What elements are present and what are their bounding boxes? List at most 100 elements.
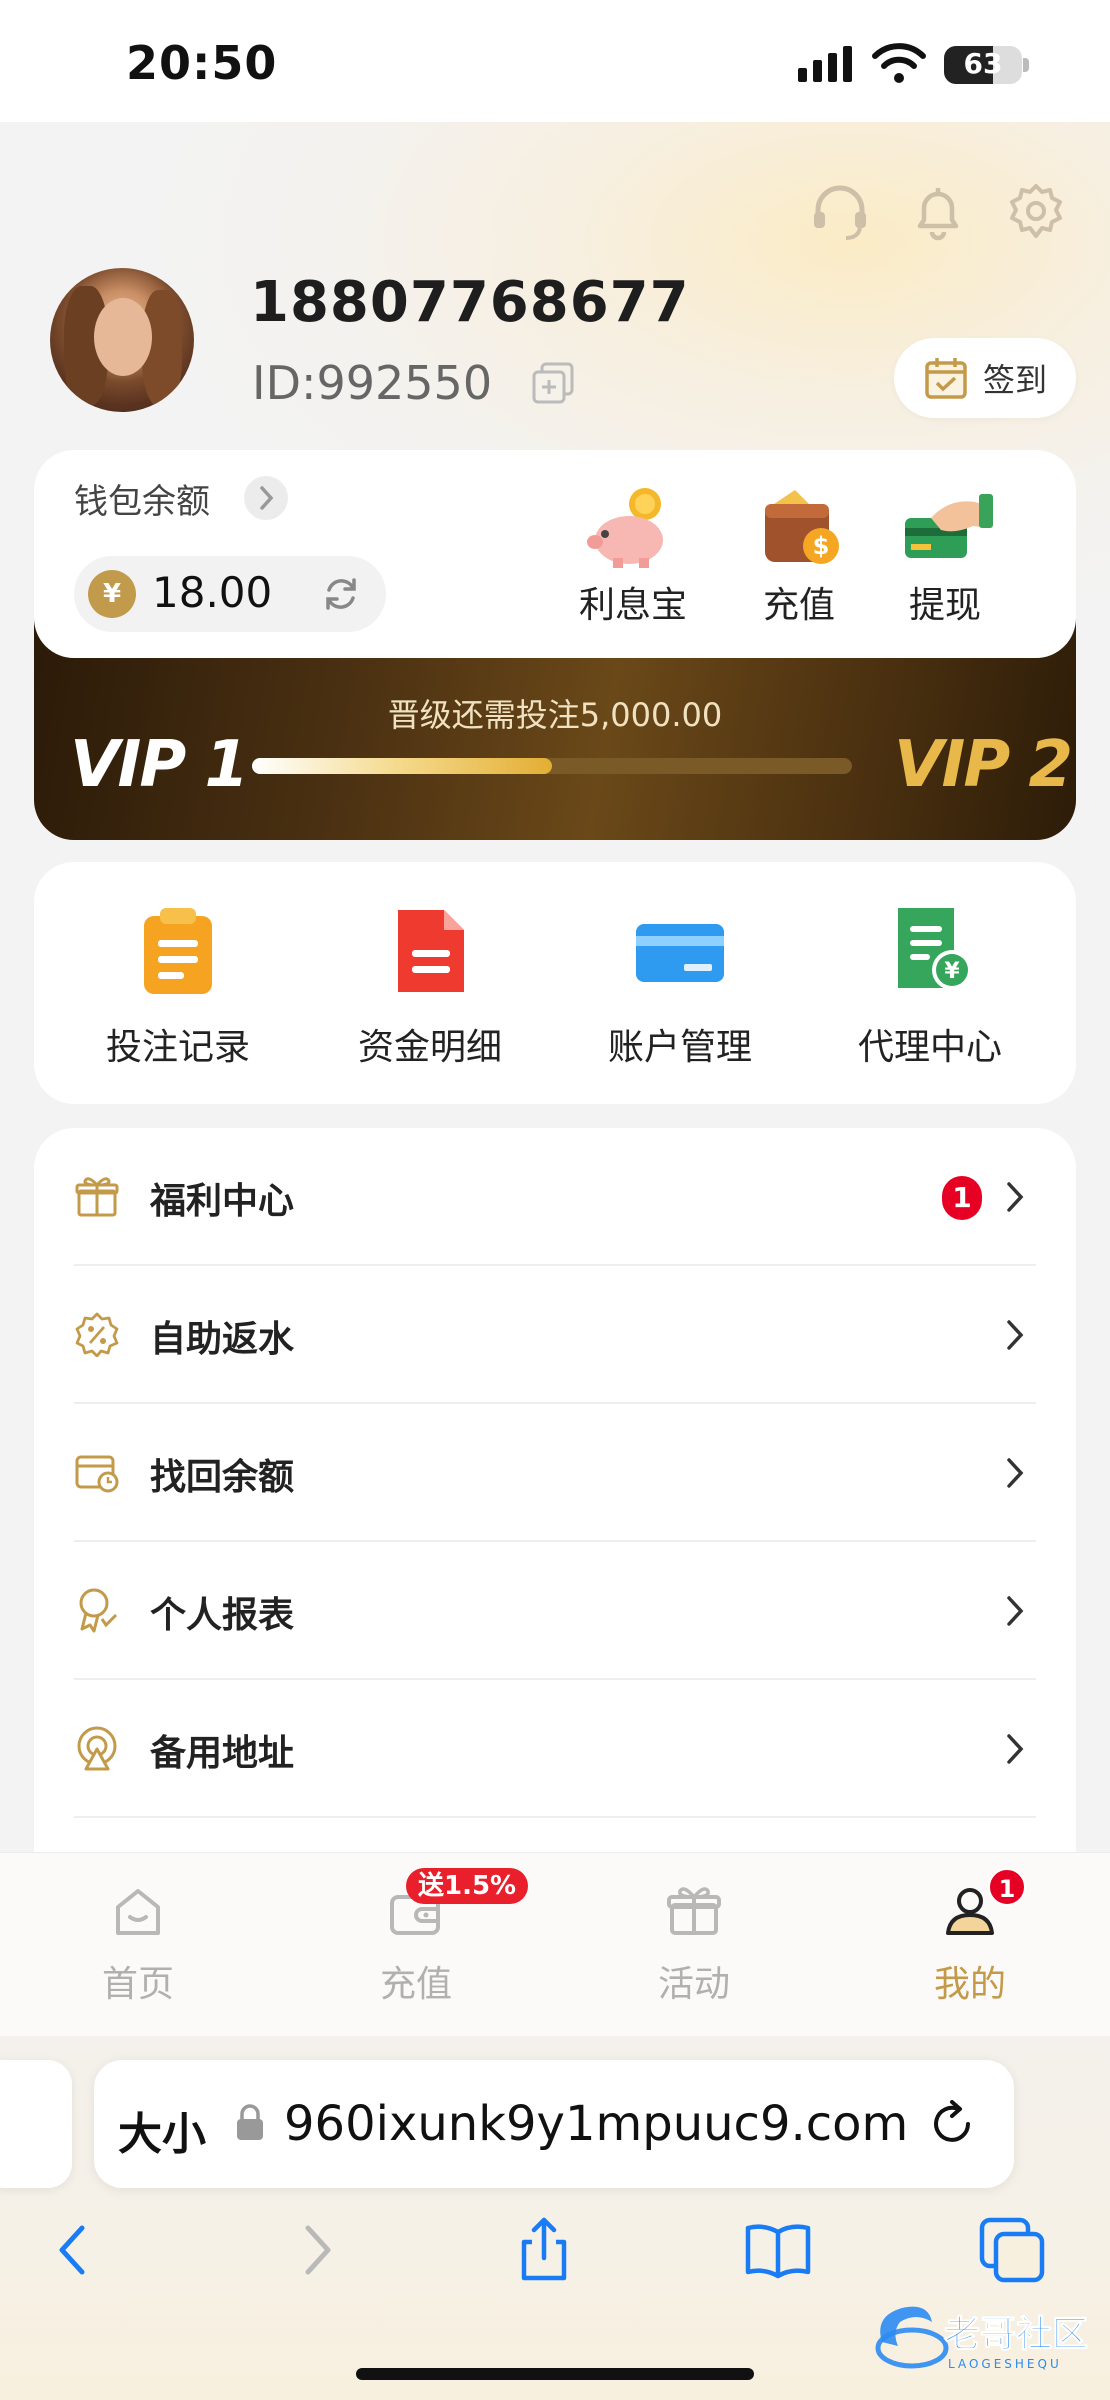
- refresh-icon[interactable]: [320, 573, 362, 615]
- gift-icon: [75, 1177, 119, 1217]
- svg-text:¥: ¥: [944, 959, 960, 984]
- reload-icon[interactable]: [924, 2096, 980, 2152]
- tab-label: 首页: [101, 1964, 174, 2005]
- chevron-right-icon: [260, 486, 274, 510]
- bet-record-icon: [144, 908, 212, 994]
- vip-next-level: VIP 2: [894, 728, 1073, 802]
- withdraw-card-icon: [905, 494, 993, 558]
- gear-icon[interactable]: [1004, 180, 1068, 244]
- interest-treasure-button[interactable]: 利息宝: [558, 484, 708, 628]
- deposit-button[interactable]: $ 充值: [724, 484, 874, 628]
- tab-activity[interactable]: 活动: [604, 1881, 784, 2007]
- piggy-bank-icon: [587, 488, 663, 568]
- battery-indicator: 63: [944, 46, 1022, 84]
- vip-progress-fill: [252, 758, 552, 774]
- report-medal-icon: [79, 1588, 118, 1633]
- bet-record-label: 投注记录: [105, 1027, 250, 1068]
- tab-label: 活动: [657, 1964, 730, 2005]
- wallet-detail-button[interactable]: [244, 476, 288, 520]
- text-size-button[interactable]: 大小: [118, 2098, 206, 2162]
- promo-badge: 送1.5%: [406, 1868, 529, 1904]
- checkin-button[interactable]: 签到: [894, 338, 1076, 418]
- headset-icon[interactable]: [808, 180, 872, 244]
- chevron-right-icon: [1007, 1596, 1024, 1626]
- menu-item-personal-report[interactable]: 个人报表: [74, 1542, 1036, 1680]
- home-indicator: [356, 2368, 754, 2380]
- home-icon: [116, 1889, 160, 1935]
- chevron-right-icon: [1007, 1734, 1024, 1764]
- agent-center-button[interactable]: ¥ 代理中心: [830, 902, 1030, 1070]
- wifi-icon: [872, 43, 926, 83]
- cellular-signal-icon: [798, 46, 852, 82]
- svg-text:老哥社区: 老哥社区: [944, 2314, 1088, 2355]
- tab-home[interactable]: 首页: [48, 1881, 228, 2007]
- svg-text:LAOGESHEQU: LAOGESHEQU: [948, 2357, 1062, 2371]
- account-management-button[interactable]: 账户管理: [580, 902, 780, 1070]
- bookmarks-icon[interactable]: [742, 2214, 814, 2286]
- rebate-icon: [75, 1312, 119, 1357]
- menu-label: 福利中心: [150, 1181, 295, 1222]
- fund-detail-label: 资金明细: [357, 1027, 502, 1068]
- interest-treasure-label: 利息宝: [578, 585, 687, 626]
- account-phone: 18807768677: [250, 270, 690, 335]
- deposit-label: 充值: [762, 585, 835, 626]
- svg-text:$: $: [813, 532, 830, 560]
- status-time: 20:50: [126, 36, 278, 90]
- wallet-balance-value: 18.00: [152, 568, 273, 617]
- battery-cap: [1023, 58, 1029, 72]
- vip-progress-bar: [252, 758, 852, 774]
- chevron-right-icon: [1007, 1182, 1024, 1212]
- fund-detail-button[interactable]: 资金明细: [330, 902, 530, 1070]
- menu-item-self-rebate[interactable]: 自助返水: [74, 1266, 1036, 1404]
- checkin-label: 签到: [982, 361, 1047, 399]
- wallet-card: 钱包余额 ¥ 18.00 利息宝 $ 充值 提现: [34, 450, 1076, 658]
- yen-coin-icon: ¥: [88, 570, 136, 618]
- address-bar[interactable]: 大小 960ixunk9y1mpuuc9.com: [94, 2060, 1014, 2188]
- bell-icon[interactable]: [906, 180, 970, 244]
- withdraw-button[interactable]: 提现: [870, 484, 1020, 628]
- menu-label: 找回余额: [150, 1457, 295, 1498]
- wallet-deposit-icon: $: [765, 490, 839, 564]
- agent-center-label: 代理中心: [857, 1027, 1002, 1068]
- avatar[interactable]: [50, 268, 194, 412]
- chevron-right-icon: [1007, 1458, 1024, 1488]
- previous-tab-preview[interactable]: [0, 2060, 72, 2188]
- calendar-check-icon: [925, 358, 967, 399]
- tab-label: 充值: [379, 1964, 452, 2005]
- bottom-tab-bar: 首页 充值 活动 我的: [0, 1852, 1110, 2036]
- lock-icon: [237, 2104, 263, 2140]
- tab-label: 我的: [933, 1964, 1006, 2005]
- tabs-icon[interactable]: [976, 2214, 1048, 2286]
- quick-links-card: 投注记录 资金明细 账户管理 ¥ 代理中心: [34, 862, 1076, 1104]
- wallet-balance-label[interactable]: 钱包余额: [74, 474, 210, 523]
- menu-item-welfare-center[interactable]: 福利中心 1: [74, 1128, 1036, 1266]
- chevron-right-icon: [1007, 1320, 1024, 1350]
- battery-percent: 63: [963, 47, 1003, 80]
- notification-badge: 1: [988, 1868, 1026, 1906]
- community-logo: 老哥社区 LAOGESHEQU: [875, 2306, 1089, 2371]
- menu-item-backup-address[interactable]: 备用地址: [74, 1680, 1036, 1818]
- gift-box-icon: [667, 1887, 721, 1935]
- notification-badge: 1: [942, 1176, 982, 1220]
- card-account-icon: [636, 924, 724, 982]
- recover-balance-icon: [75, 1455, 119, 1493]
- share-icon[interactable]: [508, 2214, 580, 2286]
- user-id: ID:992550: [252, 356, 493, 410]
- menu-label: 自助返水: [150, 1319, 295, 1360]
- agent-center-icon: ¥: [898, 908, 972, 990]
- fund-detail-icon: [398, 910, 464, 992]
- account-management-label: 账户管理: [607, 1027, 752, 1068]
- back-icon[interactable]: [38, 2214, 110, 2286]
- url-text[interactable]: 960ixunk9y1mpuuc9.com: [284, 2096, 908, 2152]
- menu-item-recover-balance[interactable]: 找回余额: [74, 1404, 1036, 1542]
- bet-record-button[interactable]: 投注记录: [78, 902, 278, 1070]
- menu-label: 备用地址: [150, 1733, 295, 1774]
- backup-address-icon: [77, 1726, 117, 1771]
- tab-mine[interactable]: 我的: [880, 1881, 1060, 2007]
- menu-label: 个人报表: [150, 1595, 295, 1636]
- withdraw-label: 提现: [908, 585, 981, 626]
- balance-pill: ¥ 18.00: [74, 556, 386, 632]
- vip-current-level: VIP 1: [70, 728, 249, 802]
- copy-icon[interactable]: [530, 360, 576, 406]
- forward-icon[interactable]: [280, 2214, 352, 2286]
